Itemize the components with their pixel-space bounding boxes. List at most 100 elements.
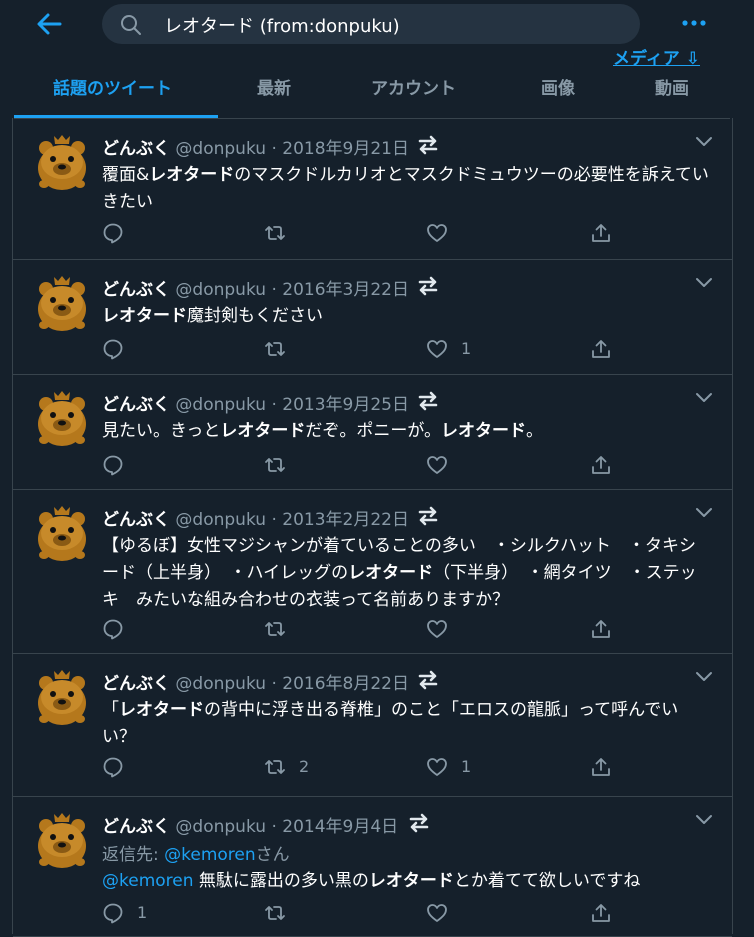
avatar[interactable] (35, 132, 89, 192)
tweet[interactable]: どんぶく @donpuku · 2013年2月22日 【ゆるぼ】女性マジシャンが… (13, 489, 732, 654)
tab-latest[interactable]: 最新 (257, 74, 291, 99)
retweet-icon[interactable] (264, 454, 286, 476)
avatar[interactable] (35, 388, 89, 448)
display-name[interactable]: どんぶく (102, 817, 170, 837)
search-input[interactable]: レオタード (from:donpuku) (164, 12, 400, 38)
tab-top[interactable]: 話題のツイート (53, 74, 172, 99)
retweet-count: 2 (299, 757, 310, 776)
text-segment: 「 (102, 700, 119, 720)
chevron-down-icon[interactable] (695, 507, 713, 519)
swap-arrows-icon[interactable] (416, 134, 440, 156)
reply-icon[interactable] (102, 756, 124, 778)
tab-videos[interactable]: 動画 (655, 74, 689, 99)
highlight-keyword: レオタード (119, 700, 204, 720)
like-icon[interactable] (426, 902, 448, 924)
like-icon[interactable] (426, 338, 448, 360)
share-icon[interactable] (590, 618, 612, 640)
display-name[interactable]: どんぶく (102, 139, 170, 159)
avatar[interactable] (35, 667, 89, 727)
chevron-down-icon[interactable] (695, 392, 713, 404)
highlight-keyword: レオタード (348, 563, 434, 583)
avatar[interactable] (35, 810, 89, 870)
user-handle[interactable]: @donpuku (175, 395, 266, 415)
tab-accounts[interactable]: アカウント (371, 74, 456, 99)
swap-arrows-icon[interactable] (416, 669, 440, 691)
display-name[interactable]: どんぶく (102, 674, 170, 694)
user-handle[interactable]: @donpuku (175, 280, 266, 300)
reply-icon[interactable] (102, 338, 124, 360)
search-box[interactable]: レオタード (from:donpuku) (102, 4, 640, 44)
text-segment: 無駄に露出の多い黒の (193, 871, 369, 891)
tweet[interactable]: どんぶく @donpuku · 2013年9月25日 見たい。きっとレオタードだ… (13, 374, 732, 490)
like-count: 1 (461, 757, 472, 776)
user-handle[interactable]: @donpuku (175, 510, 266, 530)
retweet-icon[interactable] (264, 618, 286, 640)
display-name[interactable]: どんぶく (102, 395, 170, 415)
tab-photos[interactable]: 画像 (541, 74, 575, 99)
share-icon[interactable] (590, 454, 612, 476)
retweet-icon[interactable] (264, 902, 286, 924)
user-handle[interactable]: @donpuku (175, 817, 266, 837)
share-icon[interactable] (590, 902, 612, 924)
swap-arrows-icon[interactable] (416, 275, 440, 297)
share-icon[interactable] (590, 338, 612, 360)
tweet-header: どんぶく @donpuku · 2014年9月4日 (102, 812, 398, 837)
tweet-date[interactable]: 2013年9月25日 (282, 395, 409, 415)
tweet[interactable]: どんぶく @donpuku · 2018年9月21日 覆面&レオタードのマスクド… (13, 118, 732, 260)
display-name[interactable]: どんぶく (102, 280, 170, 300)
separator-dot: · (271, 395, 277, 415)
separator-dot: · (271, 510, 277, 530)
text-segment: 見たい。きっと (102, 421, 221, 441)
display-name[interactable]: どんぶく (102, 510, 170, 530)
reply-to-line: 返信先: @kemorenさん (102, 840, 290, 865)
share-icon[interactable] (590, 222, 612, 244)
retweet-icon[interactable] (264, 338, 286, 360)
tweet-date[interactable]: 2016年3月22日 (282, 280, 409, 300)
reply-suffix: さん (255, 845, 290, 865)
reply-count: 1 (137, 903, 148, 922)
more-options-icon[interactable] (680, 14, 708, 32)
mention-link[interactable]: @kemoren (102, 871, 194, 891)
top-bar: レオタード (from:donpuku) (0, 0, 754, 48)
swap-arrows-icon[interactable] (416, 505, 440, 527)
tweet-date[interactable]: 2016年8月22日 (282, 674, 409, 694)
reply-icon[interactable] (102, 618, 124, 640)
tweet-header: どんぶく @donpuku · 2013年2月22日 (102, 505, 409, 530)
reply-to-mention[interactable]: @kemoren (164, 845, 256, 865)
tweet-date[interactable]: 2013年2月22日 (282, 510, 409, 530)
chevron-down-icon[interactable] (695, 136, 713, 148)
search-tabs: 話題のツイート 最新 アカウント 画像 動画 (14, 62, 730, 119)
tweet[interactable]: どんぶく @donpuku · 2014年9月4日 返信先: @kemorenさ… (13, 796, 732, 937)
tweet[interactable]: どんぶく @donpuku · 2016年8月22日 「レオタードの背中に浮き出… (13, 653, 732, 797)
text-segment: とか着てて欲しいですね (453, 871, 641, 891)
retweet-icon[interactable] (264, 222, 286, 244)
like-icon[interactable] (426, 222, 448, 244)
text-segment: だぞ。ポニーが。 (305, 421, 441, 441)
like-icon[interactable] (426, 756, 448, 778)
chevron-down-icon[interactable] (695, 671, 713, 683)
reply-icon[interactable] (102, 454, 124, 476)
tweet-date[interactable]: 2018年9月21日 (282, 139, 409, 159)
separator-dot: · (271, 139, 277, 159)
reply-icon[interactable] (102, 902, 124, 924)
swap-arrows-icon[interactable] (407, 812, 431, 834)
user-handle[interactable]: @donpuku (175, 139, 266, 159)
back-arrow-icon[interactable] (34, 10, 64, 38)
retweet-icon[interactable] (264, 756, 286, 778)
highlight-keyword: レオタード (368, 871, 454, 891)
swap-arrows-icon[interactable] (416, 390, 440, 412)
user-handle[interactable]: @donpuku (175, 674, 266, 694)
like-count: 1 (461, 339, 472, 358)
avatar[interactable] (35, 503, 89, 563)
tweet[interactable]: どんぶく @donpuku · 2016年3月22日 レオタード魔封剣もください… (13, 259, 732, 375)
share-icon[interactable] (590, 756, 612, 778)
tweet-text: 【ゆるぼ】女性マジシャンが着ていることの多い ・シルクハット ・タキシード（上半… (102, 533, 712, 614)
like-icon[interactable] (426, 618, 448, 640)
chevron-down-icon[interactable] (695, 277, 713, 289)
tweet-date[interactable]: 2014年9月4日 (282, 817, 398, 837)
chevron-down-icon[interactable] (695, 814, 713, 826)
reply-icon[interactable] (102, 222, 124, 244)
like-icon[interactable] (426, 454, 448, 476)
separator-dot: · (271, 817, 277, 837)
avatar[interactable] (35, 273, 89, 333)
